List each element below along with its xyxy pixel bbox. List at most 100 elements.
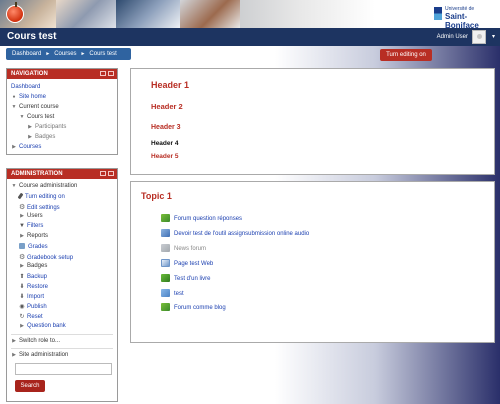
- admin-item-restore[interactable]: ⬇ Restore: [19, 283, 48, 290]
- banner-photo: [56, 0, 116, 28]
- restore-icon: ⬇: [19, 284, 25, 290]
- collapse-icon[interactable]: [108, 171, 114, 176]
- chevron-down-icon[interactable]: ▾: [492, 33, 495, 40]
- book-icon: [161, 274, 170, 282]
- admin-item-badges[interactable]: ▶ Badges: [19, 263, 47, 269]
- gear-icon: ⚙: [19, 254, 26, 261]
- collapsed-arrow-icon: ▶: [20, 323, 24, 329]
- breadcrumb-courses[interactable]: Courses: [54, 51, 76, 57]
- collapsed-arrow-icon: ▶: [28, 124, 32, 130]
- admin-item-backup[interactable]: ⬆ Backup: [19, 273, 47, 280]
- activity-item[interactable]: Devoir test de l'outil assignsubmission …: [161, 229, 309, 237]
- user-name[interactable]: Admin User: [437, 34, 468, 40]
- activity-item[interactable]: Page test Web: [161, 259, 213, 267]
- header-1: Header 1: [151, 80, 190, 90]
- divider: [11, 334, 113, 335]
- publish-icon: ◉: [19, 304, 25, 310]
- header-banner: Université de Saint-Boniface: [0, 0, 500, 28]
- collapsed-arrow-icon: ▶: [12, 352, 16, 358]
- admin-item-gradebook-setup[interactable]: ⚙ Gradebook setup: [19, 253, 73, 261]
- activity-item[interactable]: test: [161, 289, 184, 297]
- dock-icon[interactable]: [100, 171, 106, 176]
- breadcrumb-dashboard[interactable]: Dashboard: [6, 51, 41, 57]
- backup-icon: ⬆: [19, 274, 25, 280]
- gear-icon: ⚙: [19, 204, 26, 211]
- activity-link[interactable]: Forum question réponses: [174, 216, 242, 222]
- nav-item-courses[interactable]: ▶ Courses: [11, 144, 41, 150]
- breadcrumb: Dashboard ► Courses ► Cours test: [6, 48, 131, 60]
- site-title[interactable]: Cours test: [7, 31, 56, 42]
- collapsed-arrow-icon: ▶: [12, 338, 16, 344]
- grades-icon: [19, 243, 25, 249]
- collapsed-arrow-icon: ▶: [12, 144, 16, 150]
- navigation-block-title: NAVIGATION: [11, 71, 48, 77]
- headers-panel: Header 1 Header 2 Header 3 Header 4 Head…: [130, 68, 495, 175]
- admin-item-import[interactable]: ⬇ Import: [19, 293, 44, 300]
- activity-link[interactable]: Test d'un livre: [174, 276, 211, 282]
- nav-item-badges[interactable]: ▶ Badges: [27, 134, 55, 140]
- title-bar: Cours test Admin User ▾: [0, 28, 500, 46]
- forum-icon: [161, 244, 170, 252]
- activity-item[interactable]: Forum comme blog: [161, 303, 226, 311]
- collapsed-arrow-icon: ▶: [20, 233, 24, 239]
- administration-block: ADMINISTRATION ▼ Course administration Tu…: [6, 168, 118, 402]
- filter-icon: ▼: [19, 223, 25, 229]
- nav-item-site-home[interactable]: ● Site home: [11, 94, 46, 100]
- admin-search-input[interactable]: [15, 363, 112, 375]
- header-3: Header 3: [151, 124, 181, 131]
- page-icon: [161, 259, 170, 267]
- collapsed-arrow-icon: ▶: [20, 213, 24, 219]
- header-5: Header 5: [151, 153, 179, 160]
- admin-item-reports[interactable]: ▶ Reports: [19, 233, 48, 239]
- activity-link[interactable]: Page test Web: [174, 261, 213, 267]
- breadcrumb-separator-icon: ►: [45, 51, 51, 57]
- admin-item-reset[interactable]: ↻ Reset: [19, 313, 42, 320]
- collapsed-arrow-icon: ▶: [28, 134, 32, 140]
- admin-item-question-bank[interactable]: ▶ Question bank: [19, 323, 66, 329]
- activity-link[interactable]: Devoir test de l'outil assignsubmission …: [174, 231, 309, 237]
- assignment-icon: [161, 229, 170, 237]
- nav-item-dashboard[interactable]: Dashboard: [11, 84, 40, 90]
- activity-link[interactable]: Forum comme blog: [174, 305, 226, 311]
- breadcrumb-current[interactable]: Cours test: [89, 51, 116, 57]
- divider: [11, 348, 113, 349]
- admin-item-filters[interactable]: ▼ Filters: [19, 223, 43, 229]
- administration-block-header: ADMINISTRATION: [7, 169, 117, 179]
- activity-item[interactable]: Forum question réponses: [161, 214, 242, 222]
- activity-link[interactable]: News forum: [174, 246, 206, 252]
- nav-item-participants[interactable]: ▶ Participants: [27, 124, 66, 130]
- expanded-arrow-icon: ▼: [11, 104, 17, 110]
- activity-item[interactable]: Test d'un livre: [161, 274, 211, 282]
- admin-item-turn-editing[interactable]: Turn editing on: [17, 192, 65, 200]
- avatar[interactable]: [472, 30, 486, 44]
- expanded-arrow-icon: ▼: [11, 183, 17, 189]
- breadcrumb-separator-icon: ►: [80, 51, 86, 57]
- pencil-icon: [17, 192, 24, 200]
- administration-block-title: ADMINISTRATION: [11, 171, 63, 177]
- collapse-icon[interactable]: [108, 71, 114, 76]
- turn-editing-button[interactable]: Turn editing on: [380, 49, 432, 61]
- header-4: Header 4: [151, 140, 179, 147]
- topic-title: Topic 1: [141, 191, 172, 201]
- admin-item-edit-settings[interactable]: ⚙ Edit settings: [19, 203, 60, 211]
- bullet-icon: ●: [12, 94, 16, 100]
- nav-item-current-course[interactable]: ▼ Current course: [11, 104, 59, 110]
- activity-item[interactable]: News forum: [161, 244, 206, 252]
- university-logo[interactable]: Université de Saint-Boniface: [434, 5, 490, 28]
- admin-item-grades[interactable]: Grades: [19, 243, 48, 250]
- forum-icon: [161, 303, 170, 311]
- forum-icon: [161, 214, 170, 222]
- search-button[interactable]: Search: [15, 380, 45, 392]
- topic-panel: Topic 1 Forum question réponses Devoir t…: [130, 181, 495, 343]
- admin-item-site-administration[interactable]: ▶ Site administration: [11, 352, 68, 358]
- apple-logo-icon: [6, 2, 24, 23]
- admin-item-course-administration[interactable]: ▼ Course administration: [11, 183, 78, 189]
- nav-item-course[interactable]: ▼ Cours test: [19, 114, 55, 120]
- dock-icon[interactable]: [100, 71, 106, 76]
- collapsed-arrow-icon: ▶: [20, 263, 24, 269]
- activity-link[interactable]: test: [174, 291, 184, 297]
- admin-item-users[interactable]: ▶ Users: [19, 213, 43, 219]
- brand-line2: Saint-Boniface: [445, 12, 479, 28]
- admin-item-switch-role[interactable]: ▶ Switch role to...: [11, 338, 60, 344]
- admin-item-publish[interactable]: ◉ Publish: [19, 303, 46, 310]
